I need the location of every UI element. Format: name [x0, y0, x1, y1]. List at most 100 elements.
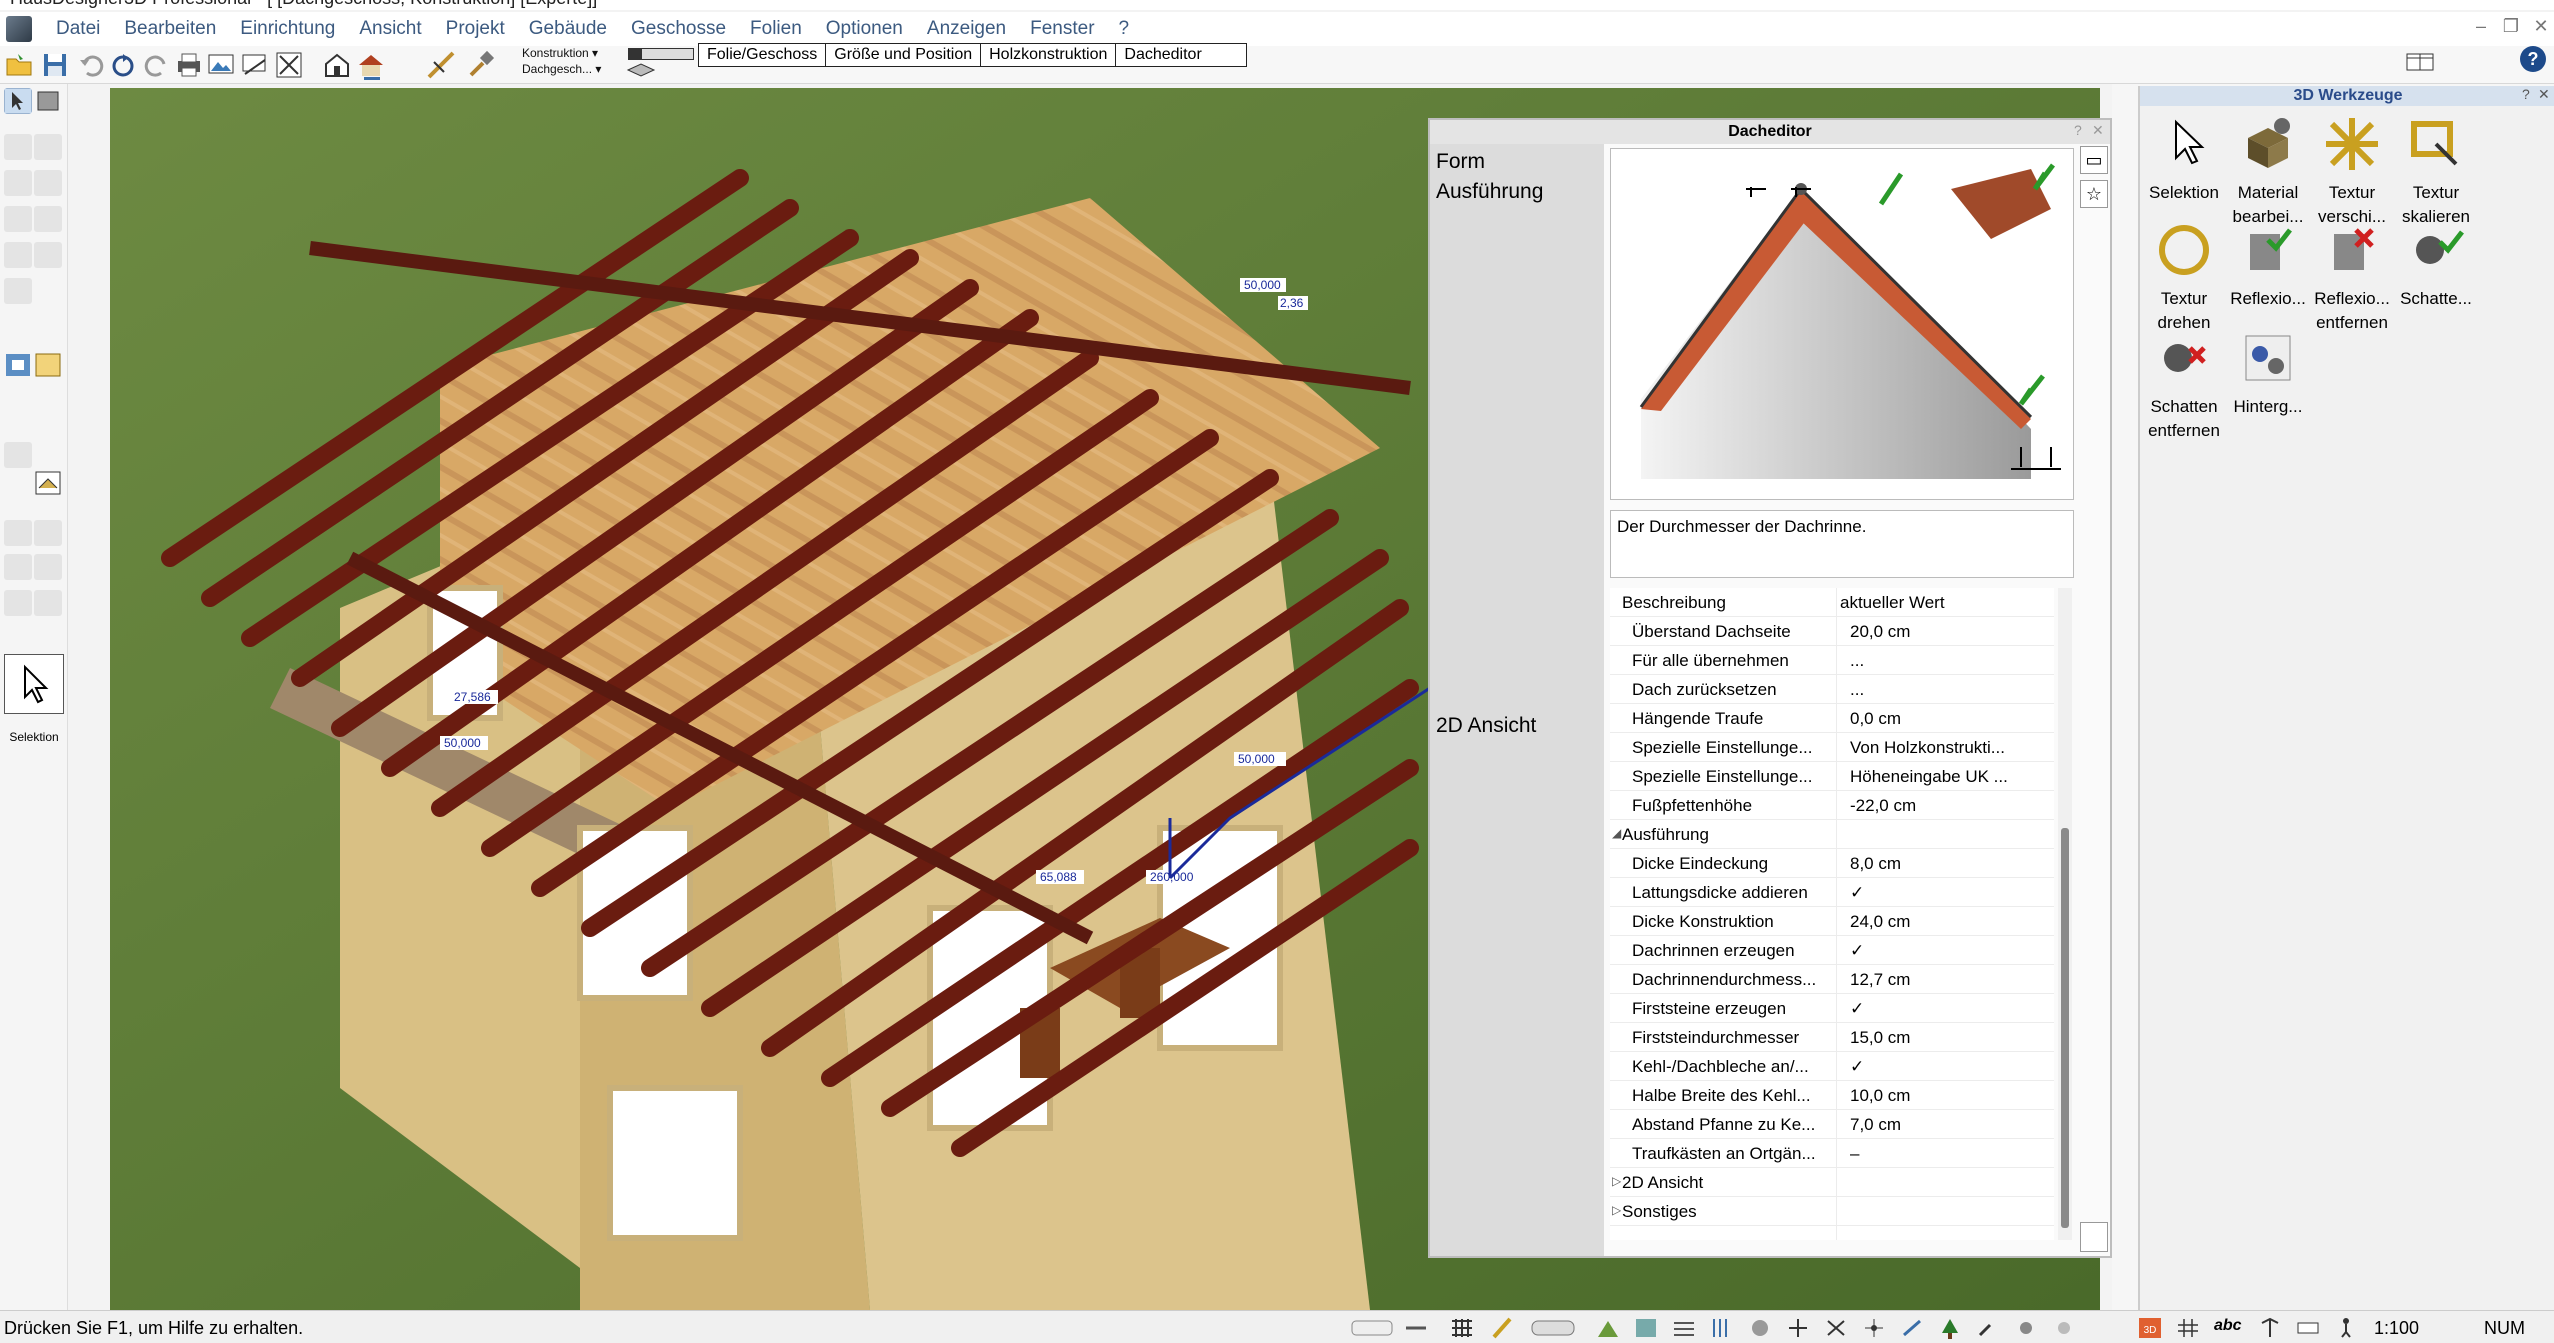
3d-mode-icon[interactable]: 3D — [2138, 1317, 2162, 1339]
tab-dacheditor[interactable]: Dacheditor — [1116, 44, 1246, 66]
table-row[interactable]: Firststeindurchmesser 15,0 cm — [1610, 1023, 2054, 1052]
table-row[interactable]: Halbe Breite des Kehl... 10,0 cm — [1610, 1081, 2054, 1110]
light-icon[interactable] — [2052, 1317, 2076, 1339]
cross-icon[interactable] — [1824, 1317, 1848, 1339]
snap-icon[interactable] — [1530, 1317, 1576, 1339]
select-arrow-icon[interactable] — [4, 88, 32, 114]
construction-dropdown[interactable]: Konstruktion ▾ — [522, 46, 598, 60]
corner-button[interactable] — [2080, 1222, 2108, 1252]
wall-tool-icon[interactable] — [4, 134, 32, 160]
collapse-icon[interactable]: ◢ — [1612, 826, 1621, 840]
image-toggle-button[interactable]: ▭ — [2080, 146, 2108, 174]
table-row[interactable]: Dicke Konstruktion 24,0 cm — [1610, 907, 2054, 936]
wall-tool-2-icon[interactable] — [34, 134, 62, 160]
property-grid-scrollbar[interactable] — [2058, 588, 2072, 1240]
nav-ausfuehrung[interactable]: Ausführung — [1436, 180, 1543, 204]
dimension-tool-icon[interactable] — [4, 554, 32, 580]
table-row[interactable]: Dachrinnendurchmess... 12,7 cm — [1610, 965, 2054, 994]
tool-selektion[interactable]: Selektion — [2142, 114, 2226, 205]
rotate-icon[interactable] — [108, 50, 138, 80]
nav-2d-ansicht[interactable]: 2D Ansicht — [1436, 714, 1536, 738]
walk-icon[interactable] — [2334, 1317, 2358, 1339]
house-plan-icon[interactable] — [322, 50, 352, 80]
favorite-star-icon[interactable]: ☆ — [2080, 180, 2108, 208]
book-icon[interactable] — [2404, 48, 2436, 76]
tab-folie-geschoss[interactable]: Folie/Geschoss — [699, 44, 827, 66]
eraser-icon[interactable] — [1404, 1317, 1428, 1339]
furniture-tool-icon[interactable] — [4, 352, 32, 378]
pattern-icon[interactable] — [1672, 1317, 1696, 1339]
hatch-tool-icon[interactable] — [34, 590, 62, 616]
layers-icon[interactable] — [626, 62, 656, 82]
tab-groesse-position[interactable]: Größe und Position — [826, 44, 982, 66]
tool-textur-skalieren[interactable]: Textur skalieren — [2394, 114, 2478, 229]
stair-tool-icon[interactable] — [4, 206, 32, 232]
measure-icon[interactable] — [426, 50, 456, 80]
slab-tool-icon[interactable] — [4, 242, 32, 268]
view-icon[interactable] — [240, 50, 270, 80]
scrollbar-thumb[interactable] — [2061, 828, 2069, 1228]
tool-schatten-entfernen[interactable]: Schatten entfernen — [2142, 328, 2226, 443]
table-row[interactable]: Fußpfettenhöhe -22,0 cm — [1610, 791, 2054, 820]
tools-status-icon[interactable] — [1976, 1317, 2000, 1339]
menu-einrichtung[interactable]: Einrichtung — [228, 13, 347, 45]
roof-tool-icon[interactable] — [34, 470, 62, 496]
table-row[interactable]: Für alle übernehmen... — [1610, 646, 2054, 675]
open-folder-icon[interactable] — [4, 50, 34, 80]
paint-icon[interactable] — [1748, 1317, 1772, 1339]
pen-icon[interactable] — [1490, 1317, 1514, 1339]
nav-form[interactable]: Form — [1436, 150, 1485, 174]
room-tool-icon[interactable] — [4, 278, 32, 304]
expand-icon[interactable]: ▷ — [1612, 1203, 1621, 1217]
table-row[interactable]: Dach zurücksetzen... — [1610, 675, 2054, 704]
floor-dropdown[interactable]: Dachgesch... ▾ — [522, 62, 601, 76]
tool-material-bearbeiten[interactable]: Material bearbei... — [2226, 114, 2310, 229]
text-tool-2-icon[interactable] — [34, 520, 62, 546]
table-row[interactable]: Traufkästen an Ortgän... – — [1610, 1139, 2054, 1168]
expand-icon[interactable]: ▷ — [1612, 1174, 1621, 1188]
app-icon[interactable] — [6, 16, 32, 42]
menu-gebaeude[interactable]: Gebäude — [517, 13, 619, 45]
column-tool-icon[interactable] — [34, 206, 62, 232]
zoom-fit-icon[interactable] — [274, 50, 304, 80]
selection-tool-active[interactable] — [4, 654, 64, 714]
grid-toggle-icon[interactable] — [2176, 1317, 2200, 1339]
table-row[interactable]: Hängende Traufe 0,0 cm — [1610, 704, 2054, 733]
help-icon[interactable]: ? — [2518, 44, 2548, 74]
minimize-icon[interactable]: – — [2466, 16, 2496, 37]
grid-icon[interactable] — [1450, 1317, 1474, 1339]
terrain-tool-icon[interactable] — [4, 442, 32, 468]
restore-icon[interactable]: ❐ — [2496, 16, 2526, 37]
table-row[interactable]: Spezielle Einstellunge... Höheneingabe UK… — [1610, 762, 2054, 791]
table-row[interactable]: Kehl-/Dachbleche an/... ✓ — [1610, 1052, 2054, 1081]
panel-close-icon[interactable]: ✕ — [2538, 86, 2550, 103]
menu-datei[interactable]: Datei — [44, 13, 112, 45]
save-icon[interactable] — [40, 50, 70, 80]
help-small-icon[interactable]: ? — [2074, 122, 2082, 138]
table-row[interactable]: Spezielle Einstellunge... Von Holzkonstru… — [1610, 733, 2054, 762]
menu-bearbeiten[interactable]: Bearbeiten — [112, 13, 228, 45]
menu-help[interactable]: ? — [1107, 13, 1142, 45]
table-row[interactable]: Dachrinnen erzeugen ✓ — [1610, 936, 2054, 965]
dimension-toggle-icon[interactable] — [2258, 1317, 2282, 1339]
beam-tool-icon[interactable] — [34, 242, 62, 268]
table-row[interactable]: Überstand Dachseite 20,0 cm — [1610, 617, 2054, 646]
select-group-icon[interactable] — [34, 88, 62, 114]
table-row[interactable]: Lattungsdicke addieren ✓ — [1610, 878, 2054, 907]
scale-toggle-icon[interactable] — [2296, 1317, 2320, 1339]
sun-icon[interactable] — [2014, 1317, 2038, 1339]
snap-point-icon[interactable] — [1862, 1317, 1886, 1339]
menu-geschosse[interactable]: Geschosse — [619, 13, 738, 45]
symbol-tool-icon[interactable] — [4, 590, 32, 616]
table-row[interactable]: Abstand Pfanne zu Ke... 7,0 cm — [1610, 1110, 2054, 1139]
tool-reflexion[interactable]: Reflexio... — [2226, 220, 2310, 311]
house-3d-icon[interactable] — [356, 50, 386, 80]
hatch-icon[interactable] — [1634, 1317, 1658, 1339]
menu-optionen[interactable]: Optionen — [814, 13, 915, 45]
opacity-slider[interactable] — [628, 48, 694, 60]
move-icon[interactable] — [1786, 1317, 1810, 1339]
menu-projekt[interactable]: Projekt — [434, 13, 517, 45]
undo-icon[interactable] — [76, 50, 106, 80]
tool-textur-verschieben[interactable]: Textur verschi... — [2310, 114, 2394, 229]
table-row[interactable]: Firststeine erzeugen ✓ — [1610, 994, 2054, 1023]
